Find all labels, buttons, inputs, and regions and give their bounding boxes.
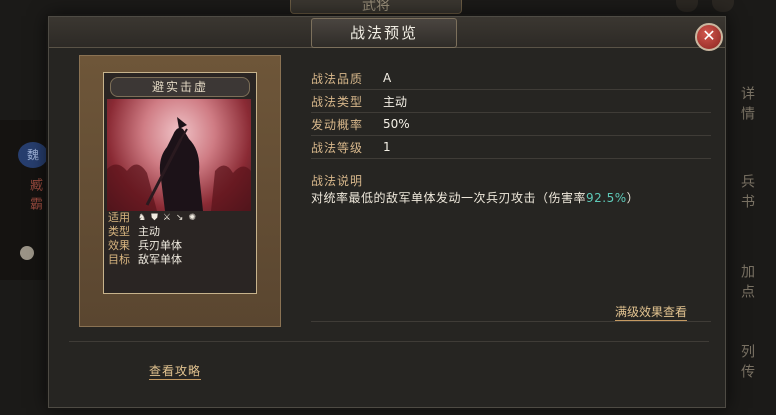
tab-biography: 列传 [739, 344, 755, 384]
stat-value: 敌军单体 [138, 253, 182, 266]
general-name: 臧霸 [27, 178, 42, 216]
bow-icon: ⚔ [162, 213, 171, 223]
footer-divider [69, 341, 709, 342]
stat-row-type: 类型 主动 [104, 225, 254, 239]
warrior-silhouette [107, 117, 251, 211]
tab-details: 详情 [739, 86, 755, 126]
cavalry-icon: ♞ [138, 213, 147, 223]
divider [311, 321, 711, 322]
stat-row-applicable: 适用 ♞ ⛊ ⚔ ↘ ✺ [104, 211, 254, 225]
info-row-probability: 发动概率 50% [311, 113, 711, 136]
tactic-name: 避实击虚 [110, 77, 250, 97]
info-value: A [383, 71, 392, 85]
info-label: 战法等级 [311, 140, 364, 155]
tactic-preview-dialog: 战法预览 ✕ 避实击虚 适用 ♞ ⛊ ⚔ ↘ ✺ 类型 主动 效果 兵刃单体 目… [48, 16, 726, 408]
description-label: 战法说明 [311, 174, 364, 188]
description-text-end: ） [626, 191, 640, 205]
tactic-card-inner: 避实击虚 适用 ♞ ⛊ ⚔ ↘ ✺ 类型 主动 效果 兵刃单体 目标 敌军单体 [103, 72, 257, 294]
close-icon: ✕ [702, 26, 716, 45]
background-button-right [712, 0, 734, 12]
info-row-level: 战法等级 1 [311, 136, 711, 159]
tab-points: 加点 [739, 264, 755, 304]
sound-icon [20, 246, 34, 260]
tactic-info-list: 战法品质 A 战法类型 主动 发动概率 50% 战法等级 1 [311, 67, 711, 159]
description-text: 对统率最低的敌军单体发动一次兵刃攻击（伤害率92.5%） [311, 189, 639, 206]
stat-value: 兵刃单体 [138, 239, 182, 252]
dialog-title: 战法预览 [311, 18, 457, 48]
background-title: 武将 [290, 0, 462, 14]
info-value: 主动 [383, 94, 408, 109]
damage-rate-value: 92.5% [586, 191, 627, 205]
info-label: 发动概率 [311, 117, 364, 132]
stat-key: 目标 [108, 253, 130, 266]
siege-icon: ✺ [188, 213, 197, 223]
stat-row-target: 目标 敌军单体 [104, 253, 254, 267]
info-value: 1 [383, 140, 391, 154]
dialog-header: 战法预览 ✕ [49, 17, 725, 51]
stat-key: 效果 [108, 239, 130, 252]
description-text-main: 对统率最低的敌军单体发动一次兵刃攻击（伤害率 [311, 191, 587, 205]
troop-type-icons: ♞ ⛊ ⚔ ↘ ✺ [138, 211, 196, 225]
tactic-artwork [107, 99, 251, 211]
stat-value: 主动 [138, 225, 160, 238]
info-label: 战法品质 [311, 71, 364, 86]
background-button-left [676, 0, 698, 12]
stat-row-effect: 效果 兵刃单体 [104, 239, 254, 253]
faction-badge: 魏 [18, 142, 48, 168]
info-row-quality: 战法品质 A [311, 67, 711, 90]
stat-key: 类型 [108, 225, 130, 238]
spear-icon: ↘ [175, 213, 184, 223]
view-guide-link[interactable]: 查看攻略 [149, 362, 202, 380]
tactic-stats: 适用 ♞ ⛊ ⚔ ↘ ✺ 类型 主动 效果 兵刃单体 目标 敌军单体 [104, 211, 254, 267]
max-effect-link[interactable]: 满级效果查看 [615, 303, 688, 321]
shield-icon: ⛊ [151, 213, 158, 223]
close-button[interactable]: ✕ [695, 23, 723, 51]
stat-key: 适用 [108, 211, 130, 224]
info-label: 战法类型 [311, 94, 364, 109]
info-value: 50% [383, 117, 410, 131]
tab-book: 兵书 [739, 174, 755, 214]
info-row-type: 战法类型 主动 [311, 90, 711, 113]
tactic-card: 避实击虚 适用 ♞ ⛊ ⚔ ↘ ✺ 类型 主动 效果 兵刃单体 目标 敌军单体 [79, 55, 281, 327]
